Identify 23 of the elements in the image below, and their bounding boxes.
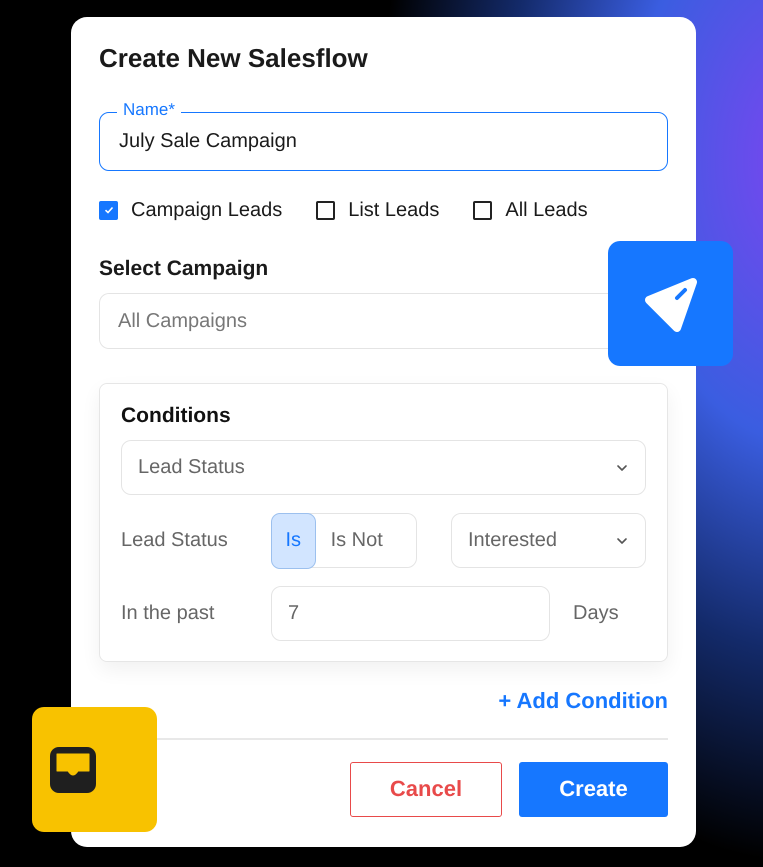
- checkbox-label: All Leads: [505, 198, 588, 222]
- checkbox-label: List Leads: [348, 198, 440, 222]
- unit-label: Days: [573, 602, 619, 625]
- status-dropdown[interactable]: Interested: [451, 513, 646, 568]
- section-label: Select Campaign: [99, 257, 270, 281]
- row-label: Lead Status: [121, 529, 229, 552]
- operator-option[interactable]: Is Not: [314, 514, 399, 567]
- dialog-title: Create New Salesflow: [99, 43, 369, 75]
- create-button[interactable]: Create: [519, 762, 668, 816]
- condition-dropdown[interactable]: Lead Status: [121, 440, 646, 495]
- add-condition-link[interactable]: + Add Condition: [498, 688, 668, 714]
- days-input[interactable]: 7: [271, 586, 550, 641]
- operator-option[interactable]: Is: [270, 512, 316, 568]
- row-label: In the past: [121, 602, 216, 625]
- conditions-title: Conditions: [121, 404, 232, 428]
- checkbox[interactable]: [316, 200, 336, 220]
- campaign-select[interactable]: All Campaigns: [99, 293, 608, 349]
- checkbox[interactable]: [473, 200, 492, 220]
- inbox-badge-icon: [32, 707, 157, 832]
- checkbox[interactable]: [99, 200, 118, 220]
- checkbox-label: Campaign Leads: [131, 198, 282, 222]
- cancel-button[interactable]: Cancel: [350, 762, 502, 816]
- check-icon: [102, 204, 114, 216]
